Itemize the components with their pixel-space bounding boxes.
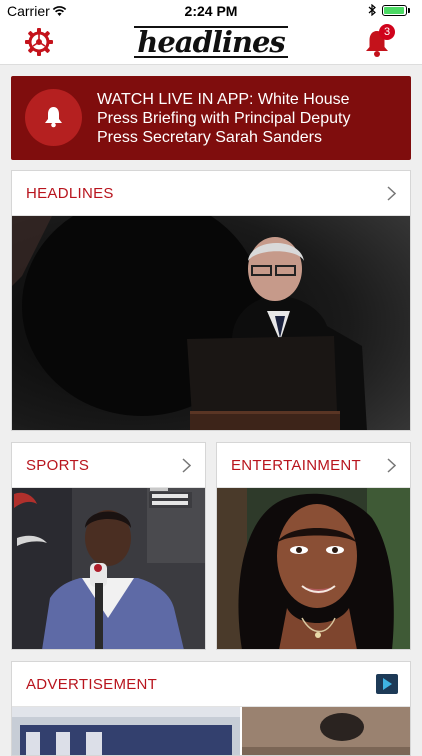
- ad-choices-icon[interactable]: [376, 674, 398, 694]
- live-banner-text: WATCH LIVE IN APP: White House Press Bri…: [97, 91, 351, 146]
- entertainment-title: ENTERTAINMENT: [231, 457, 362, 474]
- sports-card[interactable]: SPORTS: [11, 442, 206, 650]
- advertisement-card[interactable]: ADVERTISEMENT: [11, 661, 411, 756]
- battery-cap: [408, 8, 410, 13]
- chevron-right-icon: [387, 458, 396, 473]
- sports-card-header[interactable]: SPORTS: [12, 443, 205, 488]
- headlines-photo[interactable]: [12, 196, 410, 430]
- advertisement-banner[interactable]: [12, 707, 410, 755]
- battery-level: [384, 7, 404, 14]
- headlines-card[interactable]: HEADLINES: [11, 170, 411, 431]
- headlines-title: HEADLINES: [26, 185, 114, 202]
- live-broadcast-banner[interactable]: WATCH LIVE IN APP: White House Press Bri…: [11, 76, 411, 160]
- battery-icon: [382, 5, 407, 16]
- app-logo-text: headlines: [134, 26, 288, 58]
- advertisement-card-header: ADVERTISEMENT: [12, 662, 410, 707]
- entertainment-photo[interactable]: [217, 488, 410, 649]
- entertainment-card[interactable]: ENTERTAINMENT: [216, 442, 411, 650]
- app-logo: headlines: [0, 25, 422, 59]
- headlines-card-header[interactable]: HEADLINES: [12, 171, 410, 216]
- status-bar: Carrier 2:24 PM: [0, 0, 422, 22]
- sports-photo[interactable]: [12, 488, 205, 649]
- advertisement-title: ADVERTISEMENT: [26, 676, 158, 693]
- status-time: 2:24 PM: [184, 3, 238, 19]
- entertainment-card-header[interactable]: ENTERTAINMENT: [217, 443, 410, 488]
- chevron-right-icon: [387, 186, 396, 201]
- sports-title: SPORTS: [26, 457, 90, 474]
- live-alert-circle: [25, 89, 82, 146]
- bluetooth-icon: [368, 3, 376, 19]
- nav-bar: headlines 3: [0, 22, 422, 65]
- notification-badge: 3: [379, 24, 395, 40]
- chevron-right-icon: [182, 458, 191, 473]
- bell-icon: [45, 107, 62, 128]
